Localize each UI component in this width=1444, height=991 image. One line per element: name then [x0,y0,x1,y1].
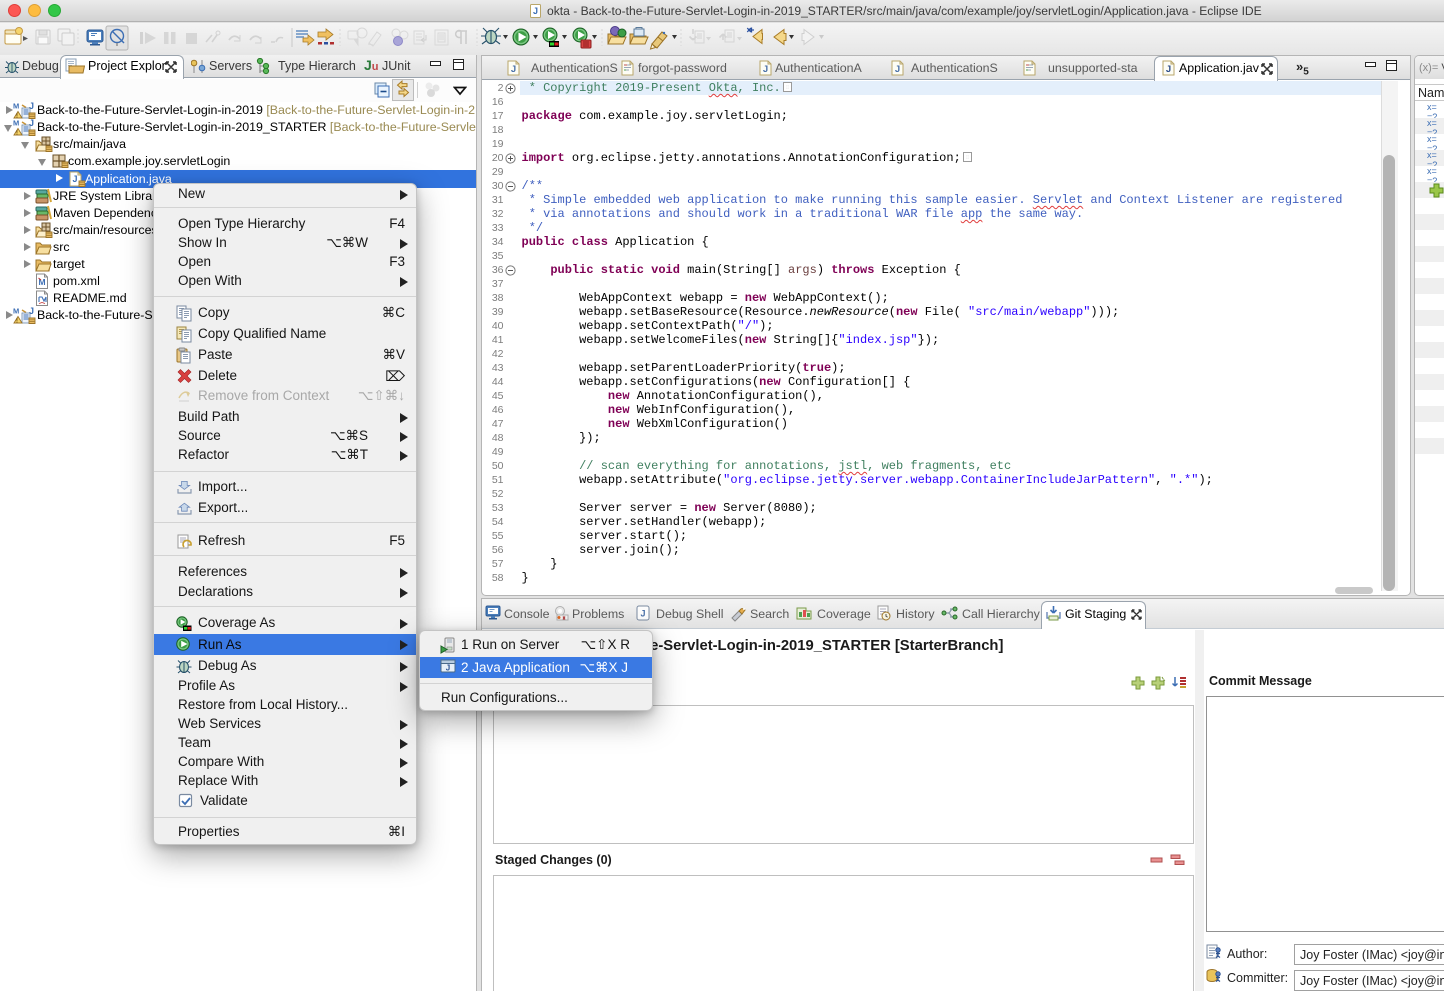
svg-text:J: J [763,64,768,75]
svg-text:J: J [895,64,900,75]
svg-text:J: J [446,664,450,673]
svg-text:J: J [533,6,538,16]
svg-text:M: M [13,119,19,128]
svg-text:J: J [1166,64,1171,75]
svg-text:J: J [72,174,77,184]
svg-text:M: M [13,102,19,111]
svg-text:M: M [13,307,19,316]
svg-text:!: ! [16,319,18,325]
svg-text:J: J [640,609,645,619]
svg-text:J: J [511,64,516,75]
